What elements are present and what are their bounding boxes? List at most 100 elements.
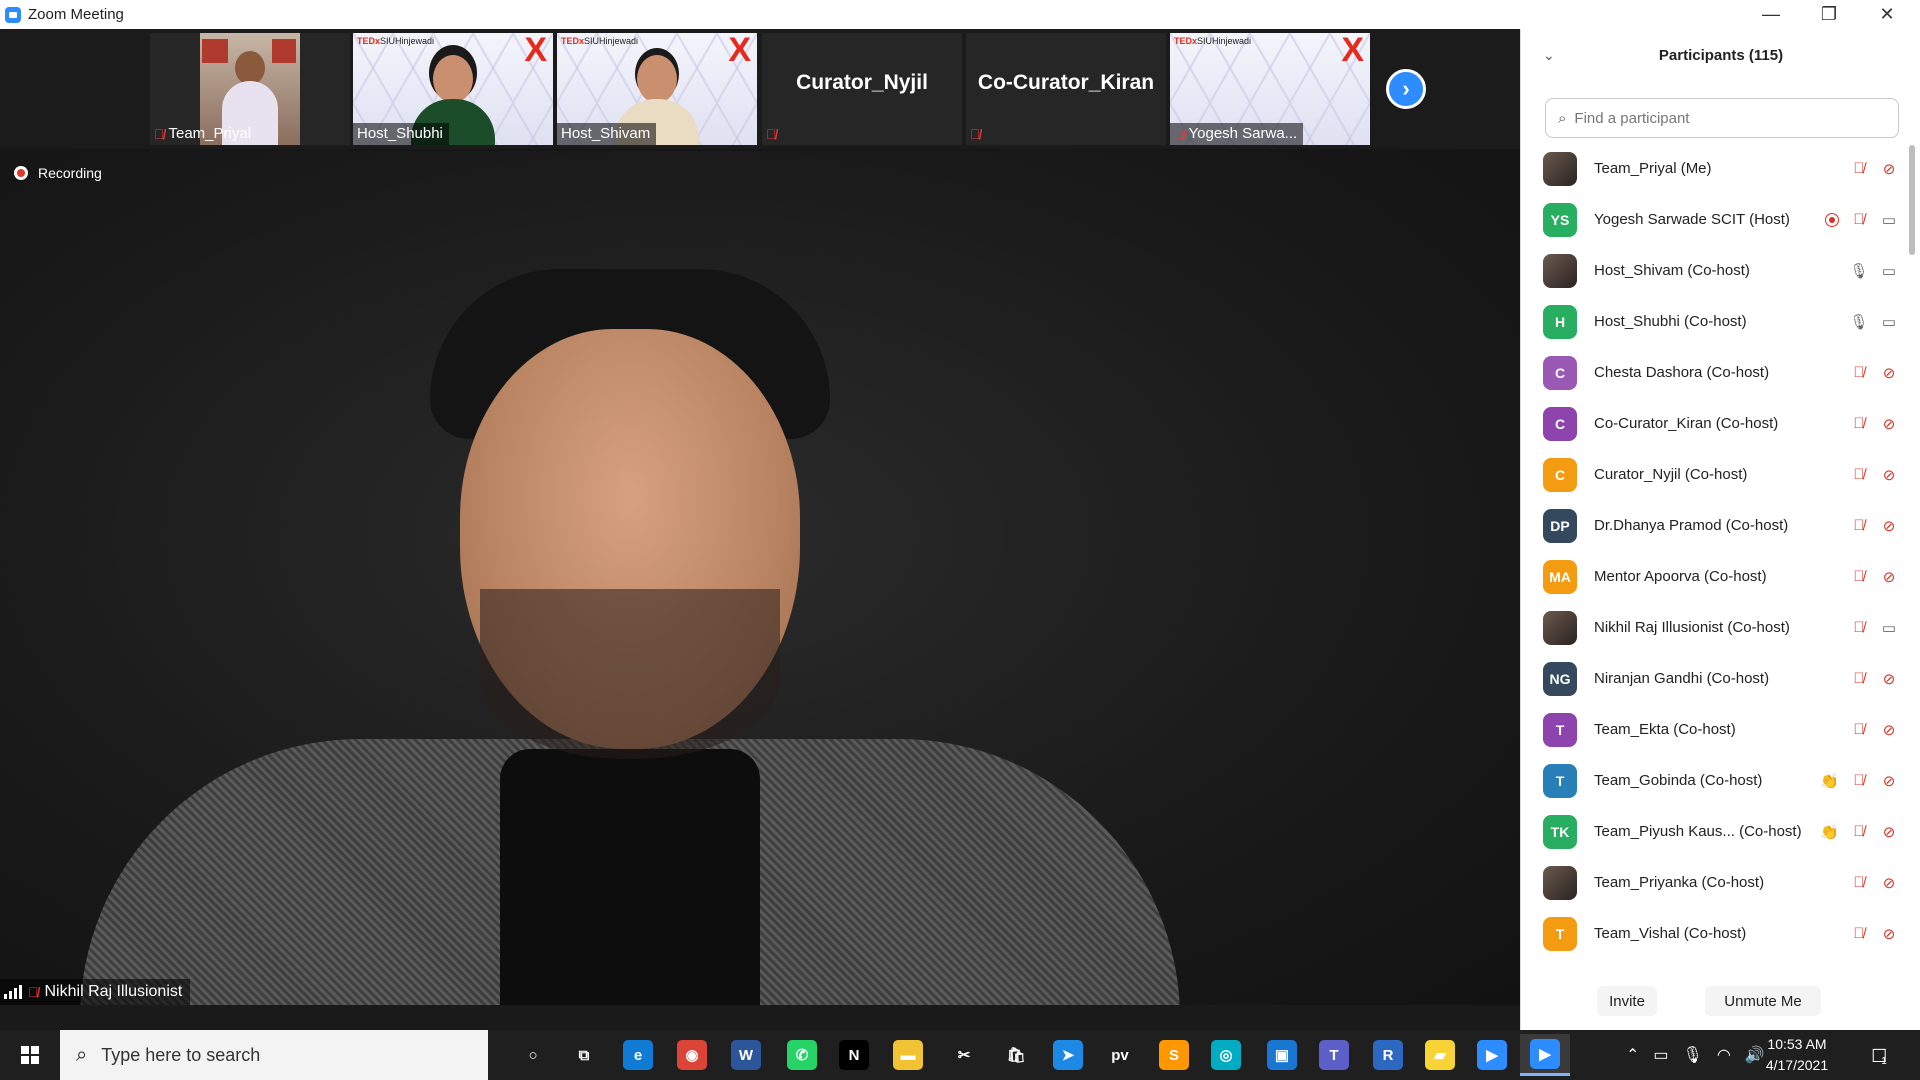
- tile-name: 🎙̸ Team_Priyal: [154, 125, 252, 142]
- video-tile-host-shivam[interactable]: TEDxSIUHinjewadi X Host_Shivam: [557, 33, 757, 145]
- camera-off-icon[interactable]: ⊘: [1879, 466, 1899, 484]
- video-tile-host-shubhi[interactable]: TEDxSIUHinjewadi X Host_Shubhi: [353, 33, 553, 145]
- taskbar-search-input[interactable]: [101, 1044, 462, 1066]
- mic-muted-icon[interactable]: 🎙̸: [1849, 619, 1869, 636]
- mic-muted-icon[interactable]: 🎙̸: [1849, 160, 1869, 177]
- teams-icon[interactable]: T: [1309, 1034, 1359, 1076]
- participant-row[interactable]: Host_Shivam (Co-host) 🎙 ▭: [1521, 245, 1907, 296]
- mic-muted-icon[interactable]: 🎙̸: [1849, 211, 1869, 228]
- netflix-icon[interactable]: N: [829, 1034, 879, 1076]
- camera-icon[interactable]: ▭: [1879, 313, 1899, 331]
- participant-row[interactable]: MA Mentor Apoorva (Co-host) 🎙̸ ⊘: [1521, 551, 1907, 602]
- participant-search-input[interactable]: [1574, 109, 1875, 127]
- participant-row[interactable]: C Chesta Dashora (Co-host) 🎙̸ ⊘: [1521, 347, 1907, 398]
- chrome-icon[interactable]: ◉: [667, 1034, 717, 1076]
- participant-row[interactable]: Team_Priyanka (Co-host) 🎙̸ ⊘: [1521, 857, 1907, 908]
- camera-off-icon[interactable]: ⊘: [1879, 160, 1899, 178]
- camera-off-icon[interactable]: ⊘: [1879, 823, 1899, 841]
- tray-device-icon[interactable]: ▭: [1653, 1045, 1668, 1065]
- tray-chevron-up-icon[interactable]: ⌃: [1626, 1045, 1639, 1065]
- participant-row[interactable]: TK Team_Piyush Kaus... (Co-host) 👏 🎙̸ ⊘: [1521, 806, 1907, 857]
- camera-off-icon[interactable]: ⊘: [1879, 721, 1899, 739]
- mic-muted-icon[interactable]: 🎙̸: [1849, 772, 1869, 789]
- store-icon[interactable]: 🛍: [991, 1034, 1041, 1076]
- participant-row[interactable]: YS Yogesh Sarwade SCIT (Host) 🎙̸ ▭: [1521, 194, 1907, 245]
- prime-video-icon[interactable]: pv: [1095, 1034, 1145, 1076]
- minimize-button[interactable]: —: [1742, 0, 1800, 29]
- participant-row[interactable]: T Team_Vishal (Co-host) 🎙̸ ⊘: [1521, 908, 1907, 959]
- camera-off-icon[interactable]: ⊘: [1879, 874, 1899, 892]
- camera-off-icon[interactable]: ⊘: [1879, 364, 1899, 382]
- participant-status: 👏 🎙̸ ⊘: [1820, 772, 1899, 790]
- participant-row[interactable]: C Co-Curator_Kiran (Co-host) 🎙̸ ⊘: [1521, 398, 1907, 449]
- video-tile-co-curator-kiran[interactable]: Co-Curator_Kiran 🎙̸: [966, 33, 1166, 145]
- safari-like-icon[interactable]: ➤: [1043, 1034, 1093, 1076]
- participant-row[interactable]: Team_Priyal (Me) 🎙̸ ⊘: [1521, 143, 1907, 194]
- sublime-icon[interactable]: S: [1149, 1034, 1199, 1076]
- camera-icon[interactable]: ▭: [1879, 262, 1899, 280]
- sticky-notes-icon[interactable]: ▰: [1415, 1034, 1465, 1076]
- camera-icon[interactable]: ▭: [1879, 619, 1899, 637]
- notifications-icon[interactable]: ☐ 1: [1862, 1042, 1896, 1070]
- participants-scrollbar[interactable]: [1909, 141, 1917, 961]
- participant-row[interactable]: H Host_Shubhi (Co-host) 🎙 ▭: [1521, 296, 1907, 347]
- whatsapp-icon[interactable]: ✆: [777, 1034, 827, 1076]
- participant-row[interactable]: Nikhil Raj Illusionist (Co-host) 🎙̸ ▭: [1521, 602, 1907, 653]
- next-page-chevron-icon[interactable]: ›: [1386, 69, 1426, 109]
- mic-muted-icon[interactable]: 🎙̸: [1849, 517, 1869, 534]
- cortana-icon[interactable]: ○: [508, 1034, 558, 1076]
- snipping-tool-icon[interactable]: ✂: [939, 1034, 989, 1076]
- mic-muted-icon[interactable]: 🎙̸: [1849, 466, 1869, 483]
- tray-microphone-icon[interactable]: 🎙: [1683, 1045, 1703, 1065]
- mic-muted-icon[interactable]: 🎙̸: [1849, 721, 1869, 738]
- restore-button[interactable]: ❐: [1800, 0, 1858, 29]
- mic-muted-icon: 🎙̸: [154, 125, 165, 142]
- taskbar-clock[interactable]: 10:53 AM 4/17/2021: [1752, 1034, 1842, 1076]
- participant-row[interactable]: T Team_Gobinda (Co-host) 👏 🎙̸ ⊘: [1521, 755, 1907, 806]
- participant-row[interactable]: NG Niranjan Gandhi (Co-host) 🎙̸ ⊘: [1521, 653, 1907, 704]
- tray-wifi-icon[interactable]: ◠: [1717, 1045, 1731, 1065]
- camera-off-icon[interactable]: ⊘: [1879, 670, 1899, 688]
- participant-search[interactable]: ⌕: [1545, 98, 1899, 138]
- mic-icon[interactable]: 🎙: [1849, 313, 1869, 331]
- photos-icon[interactable]: ▣: [1257, 1034, 1307, 1076]
- camera-icon[interactable]: ▭: [1879, 211, 1899, 229]
- mic-icon[interactable]: 🎙: [1849, 262, 1869, 280]
- close-button[interactable]: ✕: [1858, 0, 1916, 29]
- camera-off-icon[interactable]: ⊘: [1879, 568, 1899, 586]
- word-icon[interactable]: W: [721, 1034, 771, 1076]
- start-button[interactable]: [0, 1030, 60, 1080]
- task-view-icon[interactable]: ⧉: [559, 1034, 609, 1076]
- zoom-icon[interactable]: ▶: [1467, 1034, 1517, 1076]
- recording-indicator[interactable]: Recording: [14, 165, 102, 181]
- participant-row[interactable]: C Curator_Nyjil (Co-host) 🎙̸ ⊘: [1521, 449, 1907, 500]
- r-icon[interactable]: R: [1363, 1034, 1413, 1076]
- zoom-meeting-icon[interactable]: ▶: [1520, 1034, 1570, 1076]
- participant-row[interactable]: T Team_Ekta (Co-host) 🎙̸ ⊘: [1521, 704, 1907, 755]
- mic-muted-icon: 🎙̸: [766, 126, 777, 142]
- mic-muted-icon[interactable]: 🎙̸: [1849, 874, 1869, 891]
- edge-icon[interactable]: e: [613, 1034, 663, 1076]
- taskbar-search[interactable]: ⌕: [60, 1030, 488, 1080]
- avatar: [1543, 865, 1577, 900]
- video-tile-curator-nyjil[interactable]: Curator_Nyjil 🎙̸: [762, 33, 962, 145]
- camera-off-icon[interactable]: ⊘: [1879, 415, 1899, 433]
- unmute-me-button[interactable]: Unmute Me: [1705, 986, 1821, 1016]
- mic-muted-icon[interactable]: 🎙̸: [1849, 364, 1869, 381]
- recording-icon: [1825, 212, 1839, 227]
- instagram-icon[interactable]: ◎: [1201, 1034, 1251, 1076]
- video-tile-team-priyal[interactable]: 🎙̸ Team_Priyal: [150, 33, 350, 145]
- camera-off-icon[interactable]: ⊘: [1879, 517, 1899, 535]
- video-tile-yogesh-sarwade[interactable]: TEDxSIUHinjewadi X 🎙̸ Yogesh Sarwa...: [1170, 33, 1370, 145]
- camera-off-icon[interactable]: ⊘: [1879, 772, 1899, 790]
- mic-muted-icon[interactable]: 🎙̸: [1849, 568, 1869, 585]
- mic-muted-icon[interactable]: 🎙̸: [1849, 925, 1869, 942]
- participant-row[interactable]: DP Dr.Dhanya Pramod (Co-host) 🎙̸ ⊘: [1521, 500, 1907, 551]
- collapse-chevron-down-icon[interactable]: ⌄: [1543, 47, 1555, 64]
- mic-muted-icon[interactable]: 🎙̸: [1849, 823, 1869, 840]
- invite-button[interactable]: Invite: [1597, 986, 1657, 1016]
- mic-muted-icon[interactable]: 🎙̸: [1849, 670, 1869, 687]
- file-explorer-icon[interactable]: ▬: [883, 1034, 933, 1076]
- mic-muted-icon[interactable]: 🎙̸: [1849, 415, 1869, 432]
- camera-off-icon[interactable]: ⊘: [1879, 925, 1899, 943]
